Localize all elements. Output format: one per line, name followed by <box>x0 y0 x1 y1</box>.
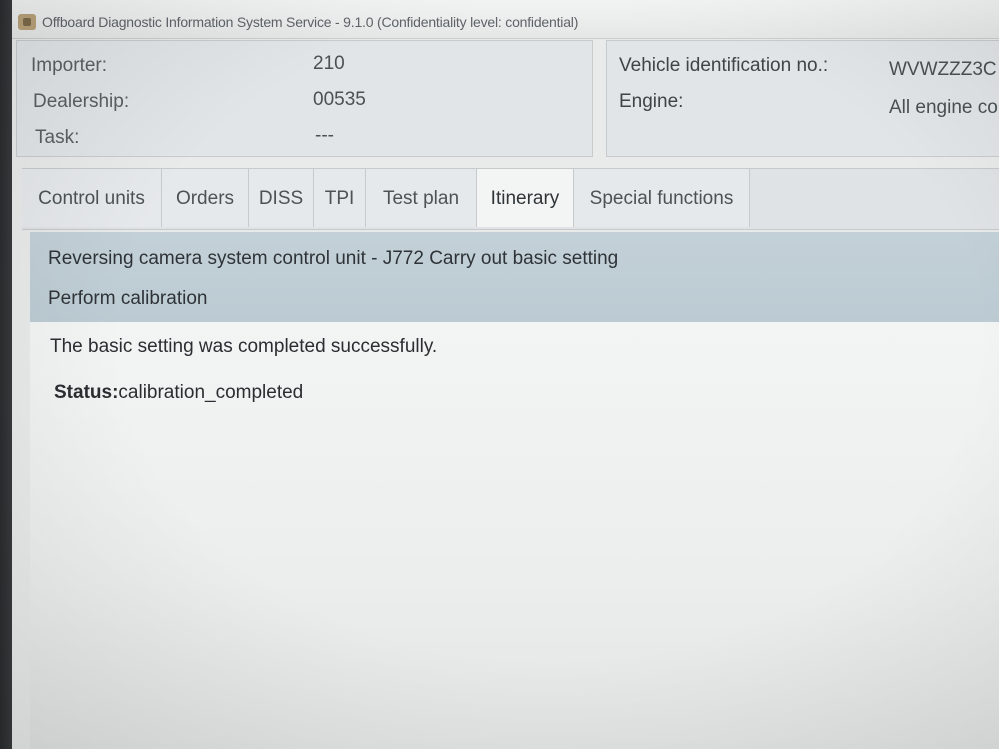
vehicle-info-panel: Vehicle identification no.: WVWZZZ3C Eng… <box>606 40 999 157</box>
procedure-banner: Reversing camera system control unit - J… <box>30 232 999 322</box>
status-line: Status:calibration_completed <box>54 382 303 404</box>
tab-control-units[interactable]: Control units <box>22 169 162 227</box>
vin-value: WVWZZZ3C <box>889 59 997 80</box>
tab-bar: Control units Orders DISS TPI Test plan … <box>22 168 999 230</box>
odis-app-icon <box>18 14 36 30</box>
status-label: Status: <box>54 382 119 403</box>
title-bar: Offboard Diagnostic Information System S… <box>12 0 999 39</box>
tab-test-plan[interactable]: Test plan <box>366 169 477 227</box>
window-title: Offboard Diagnostic Information System S… <box>42 14 579 30</box>
tab-orders[interactable]: Orders <box>162 169 249 227</box>
result-area: The basic setting was completed successf… <box>30 322 999 749</box>
procedure-step: Perform calibration <box>48 288 208 309</box>
application-window: Offboard Diagnostic Information System S… <box>12 0 999 749</box>
tab-special-functions[interactable]: Special functions <box>574 169 750 227</box>
status-value: calibration_completed <box>118 382 304 403</box>
engine-label: Engine: <box>619 91 684 112</box>
importer-value: 210 <box>313 53 345 74</box>
task-label: Task: <box>35 127 80 148</box>
dealership-value: 00535 <box>313 89 366 110</box>
task-value: --- <box>315 125 334 146</box>
tab-itinerary[interactable]: Itinerary <box>477 169 574 227</box>
importer-label: Importer: <box>31 55 108 76</box>
engine-value: All engine co <box>889 97 998 118</box>
result-message: The basic setting was completed successf… <box>50 336 438 357</box>
vin-label: Vehicle identification no.: <box>619 55 829 76</box>
header-info-panel: Importer: 210 Dealership: 00535 Task: --… <box>16 40 593 157</box>
procedure-title: Reversing camera system control unit - J… <box>48 248 619 269</box>
dealership-label: Dealership: <box>33 91 130 112</box>
tab-tpi[interactable]: TPI <box>314 169 366 227</box>
tab-diss[interactable]: DISS <box>249 169 314 227</box>
